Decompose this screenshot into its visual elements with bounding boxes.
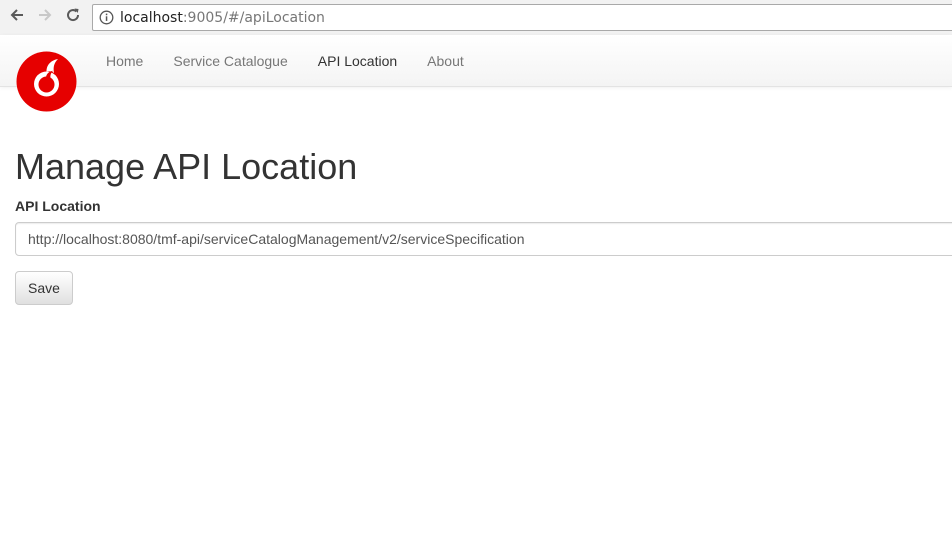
- url-host: localhost: [120, 9, 183, 26]
- back-button[interactable]: [6, 6, 28, 28]
- browser-toolbar: localhost:9005/#/apiLocation: [0, 0, 952, 35]
- arrow-left-icon: [9, 7, 25, 28]
- reload-button[interactable]: [62, 6, 84, 28]
- forward-button[interactable]: [34, 6, 56, 28]
- nav-item-about[interactable]: About: [412, 35, 479, 87]
- api-location-input[interactable]: [15, 222, 952, 256]
- arrow-right-icon: [37, 7, 53, 28]
- info-icon[interactable]: [99, 10, 114, 25]
- nav-item-api-location[interactable]: API Location: [303, 35, 412, 87]
- page-title: Manage API Location: [15, 146, 358, 187]
- nav-item-home[interactable]: Home: [91, 35, 158, 87]
- save-button[interactable]: Save: [15, 271, 73, 305]
- address-bar[interactable]: localhost:9005/#/apiLocation: [92, 4, 952, 31]
- api-location-label: API Location: [15, 198, 101, 214]
- main-nav: Home Service Catalogue API Location Abou…: [91, 35, 479, 87]
- reload-icon: [65, 7, 81, 28]
- nav-item-service-catalogue[interactable]: Service Catalogue: [158, 35, 302, 87]
- url-path: :9005/#/apiLocation: [182, 9, 325, 26]
- vodafone-logo[interactable]: [16, 51, 77, 112]
